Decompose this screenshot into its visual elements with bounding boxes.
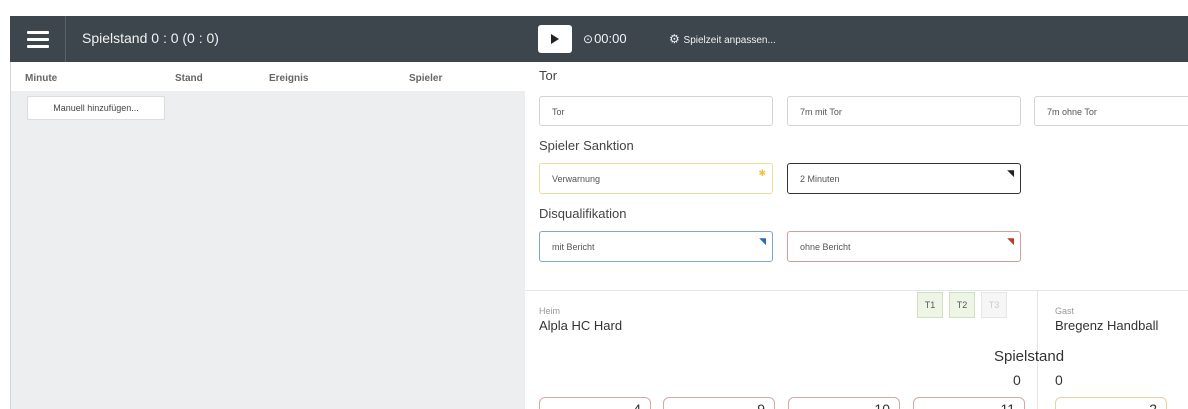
penalty-miss-button[interactable]: 7m ohne Tor bbox=[1034, 96, 1188, 126]
top-bar: Spielstand 0 : 0 (0 : 0) ⊙00:00 ⚙ Spielz… bbox=[10, 16, 1188, 62]
yellow-card-icon: ✱ bbox=[758, 168, 766, 178]
with-report-button-label: mit Bericht bbox=[552, 242, 595, 252]
guest-team-name: Bregenz Handball bbox=[1055, 318, 1159, 333]
with-report-button[interactable]: mit Bericht ◥ bbox=[539, 231, 773, 262]
timer-value: 00:00 bbox=[594, 31, 627, 46]
two-minutes-button[interactable]: 2 Minuten ◥ bbox=[787, 163, 1021, 194]
score-title: Spielstand 0 : 0 (0 : 0) bbox=[82, 30, 219, 46]
play-button[interactable] bbox=[538, 25, 572, 53]
goal-button[interactable]: Tor bbox=[539, 96, 773, 126]
adjust-time-label: Spielzeit anpassen... bbox=[683, 35, 776, 46]
teams-area: Heim Alpla HC Hard T1 T2 T3 Gast Bregenz… bbox=[525, 290, 1188, 409]
event-log-panel: Minute Stand Ereignis Spieler Manuell hi… bbox=[10, 62, 526, 409]
timeout-2-button[interactable]: T2 bbox=[949, 292, 975, 318]
column-minute: Minute bbox=[25, 73, 58, 84]
game-timer: ⊙00:00 bbox=[583, 31, 627, 46]
guest-score: 0 bbox=[1055, 372, 1063, 388]
guest-caption: Gast bbox=[1055, 306, 1075, 316]
adjust-time-button[interactable]: ⚙ Spielzeit anpassen... bbox=[669, 32, 776, 46]
without-report-button[interactable]: ohne Bericht ◥ bbox=[787, 231, 1021, 262]
goal-button-label: Tor bbox=[552, 107, 565, 117]
warning-button-label: Verwarnung bbox=[552, 174, 601, 184]
red-card-icon: ◥ bbox=[1007, 236, 1014, 246]
event-table-header: Minute Stand Ereignis Spieler bbox=[11, 62, 526, 91]
guest-player-button[interactable]: 2 bbox=[1055, 397, 1167, 409]
home-score: 0 bbox=[1013, 372, 1021, 388]
home-team-name: Alpla HC Hard bbox=[539, 318, 623, 333]
action-panel: Tor Tor 7m mit Tor 7m ohne Tor Spieler S… bbox=[525, 62, 1188, 409]
app-window: Spielstand 0 : 0 (0 : 0) ⊙00:00 ⚙ Spielz… bbox=[0, 0, 1188, 409]
menu-button[interactable] bbox=[10, 16, 66, 62]
penalty-miss-button-label: 7m ohne Tor bbox=[1047, 107, 1097, 117]
home-player-button[interactable]: 10 bbox=[788, 397, 900, 409]
home-player-button[interactable]: 9 bbox=[663, 397, 775, 409]
penalty-goal-button[interactable]: 7m mit Tor bbox=[787, 96, 1021, 126]
clock-icon: ⊙ bbox=[583, 32, 594, 46]
column-score: Stand bbox=[175, 73, 203, 84]
timeout-3-button[interactable]: T3 bbox=[981, 292, 1007, 318]
gear-icon: ⚙ bbox=[669, 32, 680, 46]
warning-button[interactable]: Verwarnung ✱ bbox=[539, 163, 773, 194]
section-disqualification-title: Disqualifikation bbox=[539, 206, 627, 221]
hamburger-icon bbox=[26, 37, 49, 41]
column-player: Spieler bbox=[409, 73, 443, 84]
timeout-1-button[interactable]: T1 bbox=[917, 292, 943, 318]
home-player-button[interactable]: 11 bbox=[913, 397, 1025, 409]
two-minutes-button-label: 2 Minuten bbox=[800, 174, 840, 184]
score-label: Spielstand bbox=[994, 348, 1065, 365]
add-manual-event-button[interactable]: Manuell hinzufügen... bbox=[27, 96, 165, 120]
without-report-button-label: ohne Bericht bbox=[800, 242, 851, 252]
section-sanction-title: Spieler Sanktion bbox=[539, 138, 634, 153]
two-minute-card-icon: ◥ bbox=[1007, 168, 1014, 178]
play-icon bbox=[551, 34, 559, 44]
penalty-goal-button-label: 7m mit Tor bbox=[800, 107, 842, 117]
column-event: Ereignis bbox=[269, 73, 309, 84]
home-caption: Heim bbox=[539, 306, 561, 316]
blue-card-icon: ◥ bbox=[759, 236, 766, 246]
section-goal-title: Tor bbox=[539, 68, 558, 83]
home-player-button[interactable]: 4 bbox=[539, 397, 651, 409]
